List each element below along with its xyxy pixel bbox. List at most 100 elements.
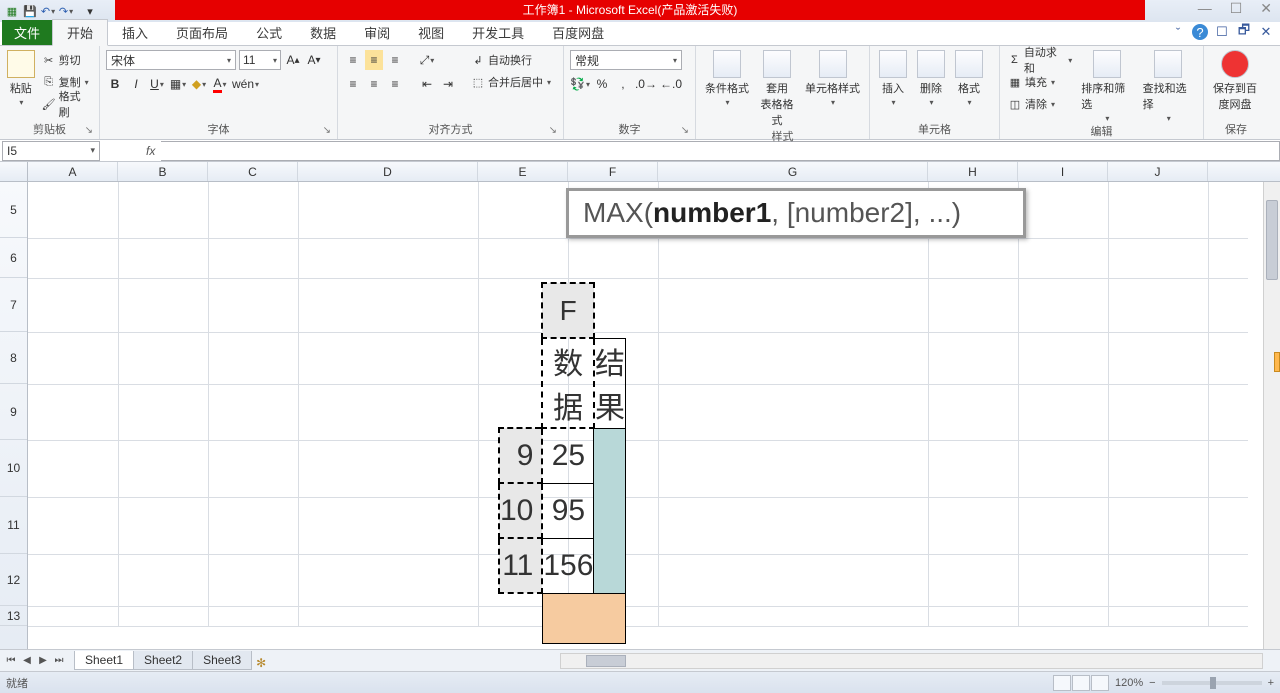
zoom-out-icon[interactable]: − [1149, 677, 1155, 689]
minimize-button[interactable]: — [1198, 0, 1212, 17]
sheet-tab-3[interactable]: Sheet3 [192, 651, 252, 670]
align-bottom-icon[interactable]: ≡ [386, 50, 404, 70]
zoom-slider-thumb[interactable] [1210, 677, 1216, 689]
tab-formulas[interactable]: 公式 [242, 20, 296, 45]
sort-filter-button[interactable]: 排序和筛选▾ [1078, 50, 1135, 123]
horizontal-scrollbar[interactable] [560, 653, 1263, 669]
select-all-corner[interactable] [0, 162, 28, 181]
horizontal-scroll-thumb[interactable] [586, 655, 626, 667]
save-to-baidu-button[interactable]: 保存到百 度网盘 [1210, 50, 1260, 121]
col-header-D[interactable]: D [298, 162, 478, 181]
decrease-indent-icon[interactable]: ⇤ [418, 74, 436, 94]
delete-cells-button[interactable]: 删除▾ [914, 50, 948, 121]
col-header-E[interactable]: E [478, 162, 568, 181]
format-cells-button[interactable]: 格式▾ [952, 50, 986, 121]
vertical-scroll-thumb[interactable] [1266, 200, 1278, 280]
redo-icon[interactable]: ↷▾ [58, 3, 74, 19]
zoom-in-icon[interactable]: + [1268, 677, 1274, 689]
col-header-F[interactable]: F [568, 162, 658, 181]
bold-button[interactable]: B [106, 74, 124, 94]
italic-button[interactable]: I [127, 74, 145, 94]
font-dialog-launcher[interactable]: ↘ [323, 125, 331, 136]
maximize-button[interactable]: ☐ [1230, 0, 1243, 17]
col-header-C[interactable]: C [208, 162, 298, 181]
row-header-8[interactable]: 8 [0, 332, 27, 384]
col-header-I[interactable]: I [1018, 162, 1108, 181]
tab-home[interactable]: 开始 [52, 19, 108, 46]
format-as-table-button[interactable]: 套用 表格格式 [756, 50, 798, 128]
font-size-select[interactable]: 11▾ [239, 50, 281, 70]
fx-icon[interactable]: fx [140, 144, 161, 158]
col-header-H[interactable]: H [928, 162, 1018, 181]
decrease-font-icon[interactable]: A▾ [305, 50, 323, 70]
minimize-ribbon-icon[interactable]: ˇ [1170, 24, 1186, 40]
font-name-select[interactable]: 宋体▾ [106, 50, 236, 70]
col-header-B[interactable]: B [118, 162, 208, 181]
cut-button[interactable]: ✂剪切 [40, 50, 93, 70]
align-right-icon[interactable]: ≡ [386, 74, 404, 94]
options-icon[interactable]: ☐ [1214, 24, 1230, 40]
wrap-text-button[interactable]: ↲自动换行 [469, 50, 553, 70]
zoom-level[interactable]: 120% [1115, 677, 1143, 689]
border-button[interactable]: ▦▾ [169, 74, 187, 94]
undo-icon[interactable]: ↶▾ [40, 3, 56, 19]
alignment-dialog-launcher[interactable]: ↘ [549, 125, 557, 136]
page-layout-view-icon[interactable] [1072, 675, 1090, 691]
prev-sheet-icon[interactable]: ◀ [20, 654, 34, 668]
next-sheet-icon[interactable]: ▶ [36, 654, 50, 668]
percent-format-icon[interactable]: % [593, 74, 611, 94]
last-sheet-icon[interactable]: ⏭ [52, 654, 66, 668]
find-select-button[interactable]: 查找和选择▾ [1140, 50, 1197, 123]
col-header-G[interactable]: G [658, 162, 928, 181]
vertical-scrollbar[interactable] [1263, 182, 1280, 649]
qat-customize-icon[interactable]: ▾ [82, 3, 98, 19]
align-top-icon[interactable]: ≡ [344, 50, 362, 70]
row-header-13[interactable]: 13 [0, 606, 27, 626]
first-sheet-icon[interactable]: ⏮ [4, 654, 18, 668]
tab-view[interactable]: 视图 [404, 20, 458, 45]
close-workbook-icon[interactable]: ✕ [1258, 24, 1274, 40]
normal-view-icon[interactable] [1053, 675, 1071, 691]
format-painter-button[interactable]: 🖌格式刷 [40, 94, 93, 114]
col-header-J[interactable]: J [1108, 162, 1208, 181]
accounting-format-icon[interactable]: 💱▾ [570, 74, 590, 94]
row-header-10[interactable]: 10 [0, 440, 27, 497]
autosum-button[interactable]: Σ自动求和▾ [1006, 50, 1074, 70]
increase-decimal-icon[interactable]: .0→ [635, 74, 657, 94]
row-header-12[interactable]: 12 [0, 554, 27, 606]
merge-center-button[interactable]: ⬚合并后居中▾ [469, 72, 553, 92]
worksheet-grid[interactable]: ABCDEFGHIJ 5678910111213 MAX(number1, [n… [0, 162, 1280, 649]
clipboard-dialog-launcher[interactable]: ↘ [85, 125, 93, 136]
tab-review[interactable]: 审阅 [350, 20, 404, 45]
sheet-tab-1[interactable]: Sheet1 [74, 651, 134, 670]
increase-indent-icon[interactable]: ⇥ [439, 74, 457, 94]
tab-pagelayout[interactable]: 页面布局 [162, 20, 242, 45]
row-header-11[interactable]: 11 [0, 497, 27, 554]
cell-styles-button[interactable]: 单元格样式▾ [802, 50, 863, 128]
new-sheet-icon[interactable]: ✻ [251, 656, 271, 670]
align-middle-icon[interactable]: ≡ [365, 50, 383, 70]
comma-format-icon[interactable]: , [614, 74, 632, 94]
align-center-icon[interactable]: ≡ [365, 74, 383, 94]
orientation-icon[interactable]: ⤢▾ [418, 50, 436, 70]
insert-cells-button[interactable]: 插入▾ [876, 50, 910, 121]
decrease-decimal-icon[interactable]: ←.0 [660, 74, 682, 94]
paste-button[interactable]: 粘贴 ▾ [6, 50, 36, 121]
sheet-tab-2[interactable]: Sheet2 [133, 651, 193, 670]
number-dialog-launcher[interactable]: ↘ [681, 125, 689, 136]
increase-font-icon[interactable]: A▴ [284, 50, 302, 70]
underline-button[interactable]: U▾ [148, 74, 166, 94]
zoom-slider[interactable] [1162, 681, 1262, 685]
row-header-7[interactable]: 7 [0, 278, 27, 332]
phonetic-button[interactable]: wén▾ [232, 74, 259, 94]
align-left-icon[interactable]: ≡ [344, 74, 362, 94]
save-icon[interactable]: 💾 [22, 3, 38, 19]
clear-button[interactable]: ◫清除▾ [1006, 94, 1074, 114]
cells-area[interactable]: MAX(number1, [number2], ...) F 数据 结果 [28, 182, 1248, 626]
tab-file[interactable]: 文件 [2, 20, 52, 45]
tab-developer[interactable]: 开发工具 [458, 20, 538, 45]
close-button[interactable]: ✕ [1260, 0, 1272, 17]
tab-baidu[interactable]: 百度网盘 [538, 20, 618, 45]
help-icon[interactable]: ? [1192, 24, 1208, 40]
page-break-view-icon[interactable] [1091, 675, 1109, 691]
